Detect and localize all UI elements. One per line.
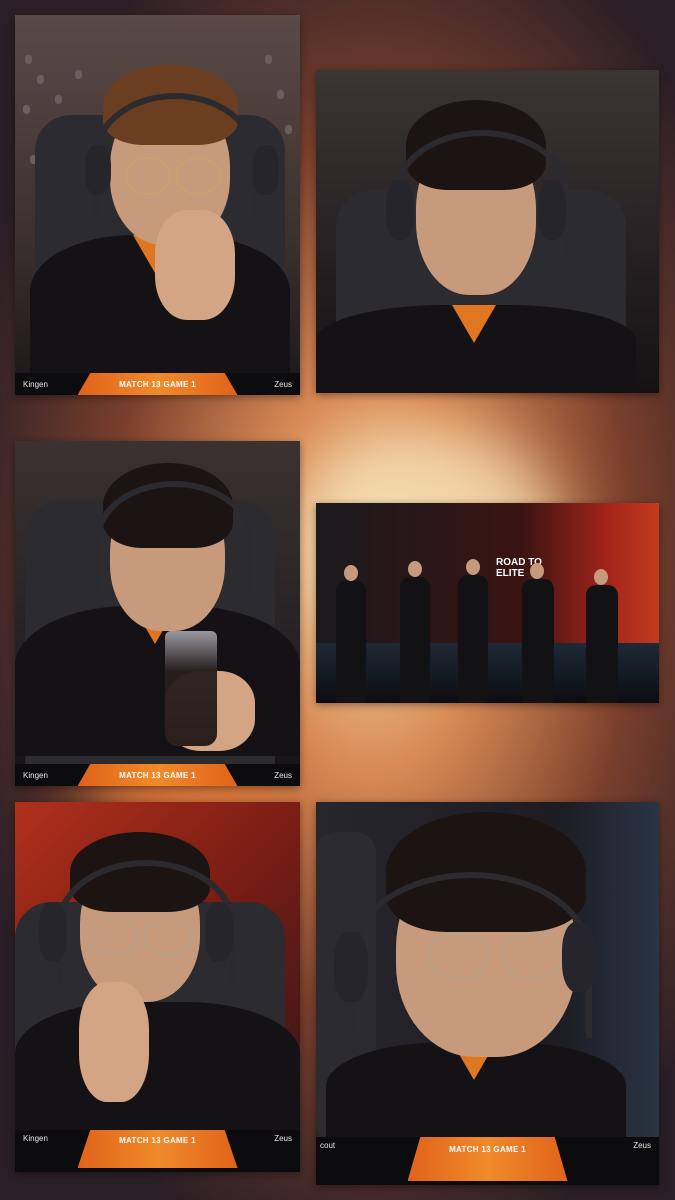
match-label: MATCH 13 GAME 1 xyxy=(407,1137,568,1181)
match-label: MATCH 13 GAME 1 xyxy=(77,1130,238,1168)
headset xyxy=(93,93,257,219)
hand xyxy=(155,210,235,320)
left-team-name: Kingen xyxy=(23,379,48,389)
score-overlay: Kingen MATCH 13 GAME 1 Zeus xyxy=(15,1130,300,1172)
score-overlay: cout Kingen MATCH 13 GAME 1 Zeus xyxy=(316,1137,659,1185)
left-caster-name: cout xyxy=(320,1141,336,1150)
team-member xyxy=(400,577,430,703)
score-overlay: Kingen MATCH 13 GAME 1 Zeus xyxy=(15,764,300,786)
left-team-name: Kingen xyxy=(23,1134,48,1143)
photo-tile-3: Kingen MATCH 13 GAME 1 Zeus xyxy=(15,441,300,786)
headset xyxy=(95,481,253,597)
left-team-name: Kingen xyxy=(23,770,48,780)
headset xyxy=(350,872,592,1038)
right-team-name: Zeus xyxy=(274,1134,292,1143)
score-overlay: Kingen MATCH 13 GAME 1 Zeus xyxy=(15,373,300,395)
match-label: MATCH 13 GAME 1 xyxy=(77,373,238,395)
team-member xyxy=(522,579,554,703)
drink-cup xyxy=(165,631,217,746)
team-member xyxy=(336,581,366,703)
photo-tile-5: Kingen MATCH 13 GAME 1 Zeus xyxy=(15,802,300,1172)
photo-tile-4: ROAD TO ELITE xyxy=(316,503,659,703)
team-member xyxy=(458,575,488,703)
right-team-name: Zeus xyxy=(274,770,292,780)
team-member xyxy=(586,585,618,703)
photo-tile-6: cout Kingen MATCH 13 GAME 1 Zeus xyxy=(316,802,659,1185)
hand xyxy=(79,982,149,1102)
player-jersey xyxy=(15,1002,300,1132)
photo-tile-2 xyxy=(316,70,659,393)
right-team-name: Zeus xyxy=(633,1141,651,1150)
match-label: MATCH 13 GAME 1 xyxy=(77,764,238,786)
right-team-name: Zeus xyxy=(274,379,292,389)
photo-tile-1: Kingen MATCH 13 GAME 1 Zeus xyxy=(15,15,300,395)
